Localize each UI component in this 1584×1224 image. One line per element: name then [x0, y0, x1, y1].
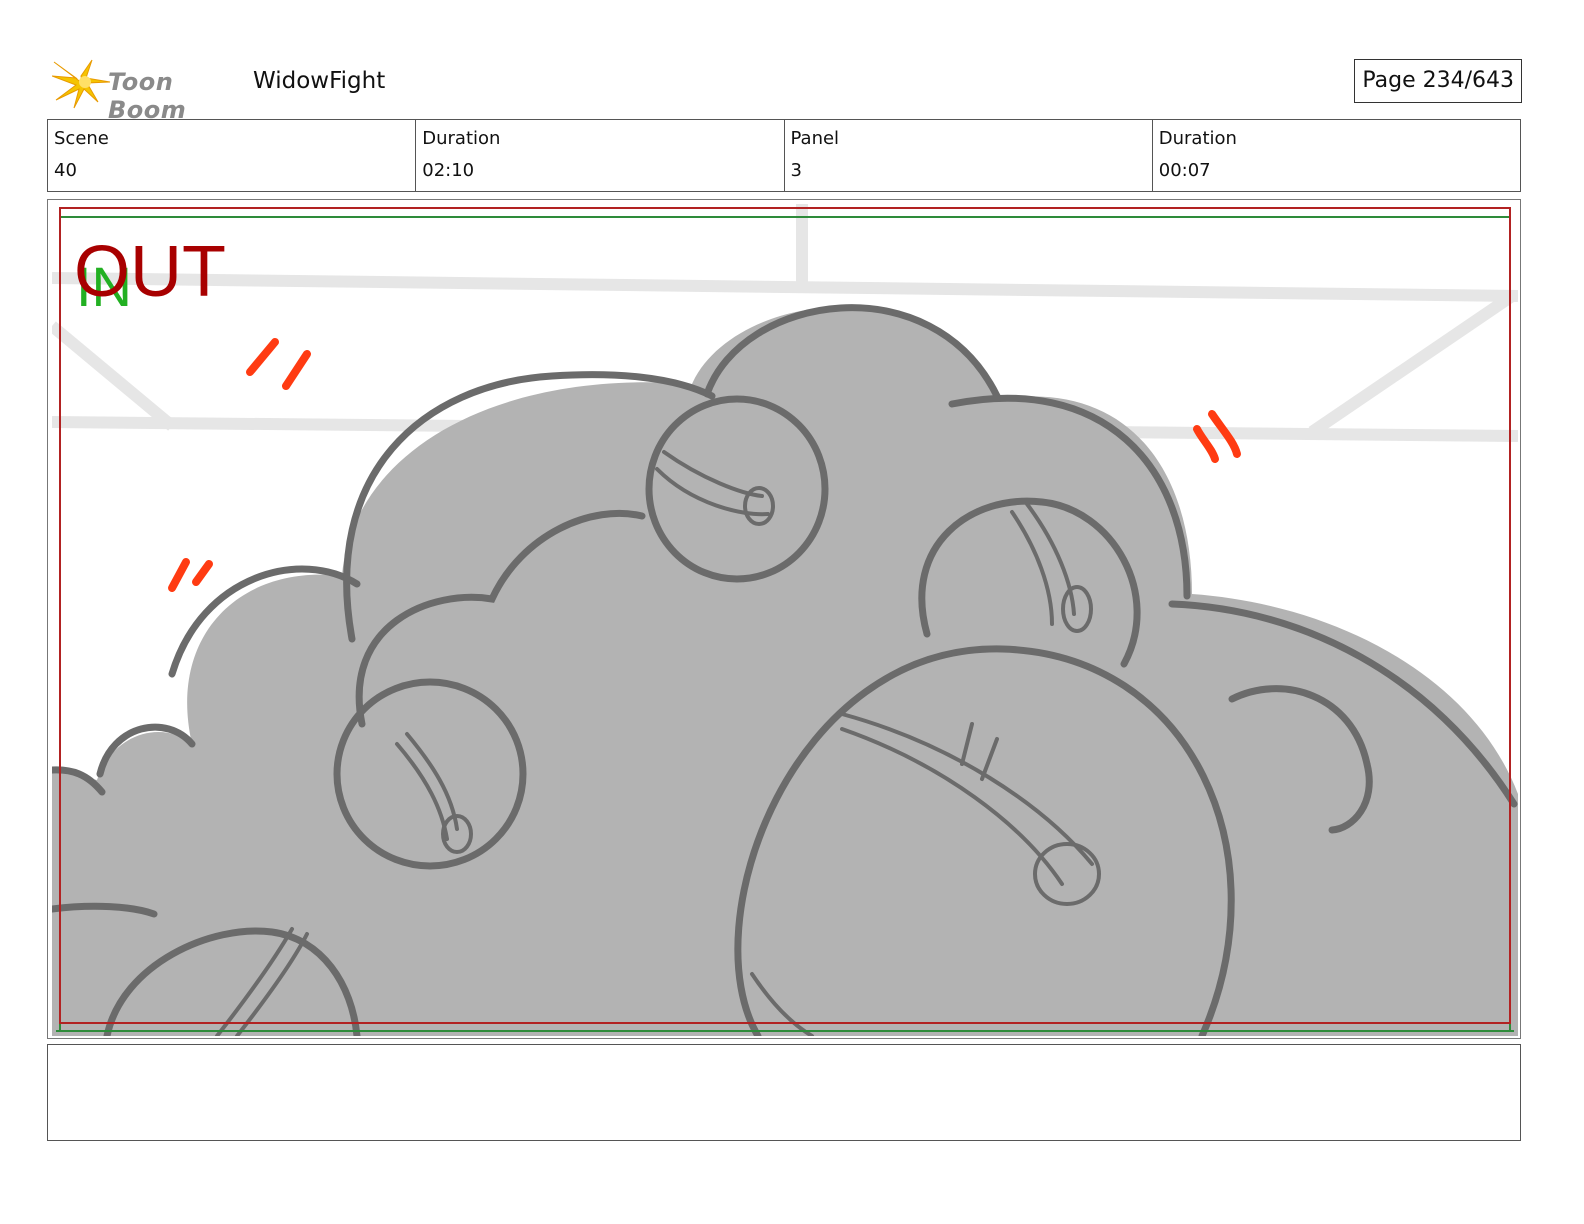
panel-drawing: IN OUT: [52, 204, 1518, 1036]
panel-duration-cell: Duration 00:07: [1151, 120, 1520, 191]
panel-label: Panel: [790, 128, 840, 149]
panel-duration-value: 00:07: [1158, 160, 1211, 181]
scene-value: 40: [54, 160, 77, 181]
brand-name: Toon Boom: [108, 68, 187, 124]
scene-duration-label: Duration: [422, 128, 501, 149]
starburst-icon: [52, 59, 111, 109]
toon-boom-logo: Toon Boom: [52, 56, 242, 124]
panel-value: 3: [790, 160, 802, 181]
storyboard-header: Toon Boom WidowFight Page 234/643: [48, 52, 1522, 124]
scene-duration-value: 02:10: [422, 160, 475, 181]
scene-label: Scene: [54, 128, 109, 149]
page-indicator: Page 234/643: [1354, 59, 1522, 103]
scene-duration-cell: Duration 02:10: [415, 120, 783, 191]
project-title: WidowFight: [253, 68, 386, 94]
scene-info-table: Scene 40 Duration 02:10 Panel 3 Duration…: [47, 119, 1521, 192]
panel-cell: Panel 3: [783, 120, 1152, 191]
out-marker: OUT: [74, 232, 226, 312]
panel-duration-label: Duration: [1158, 128, 1237, 149]
scene-cell: Scene 40: [48, 120, 415, 191]
panel-notes-box: [47, 1044, 1521, 1141]
storyboard-panel: IN OUT: [47, 199, 1521, 1039]
